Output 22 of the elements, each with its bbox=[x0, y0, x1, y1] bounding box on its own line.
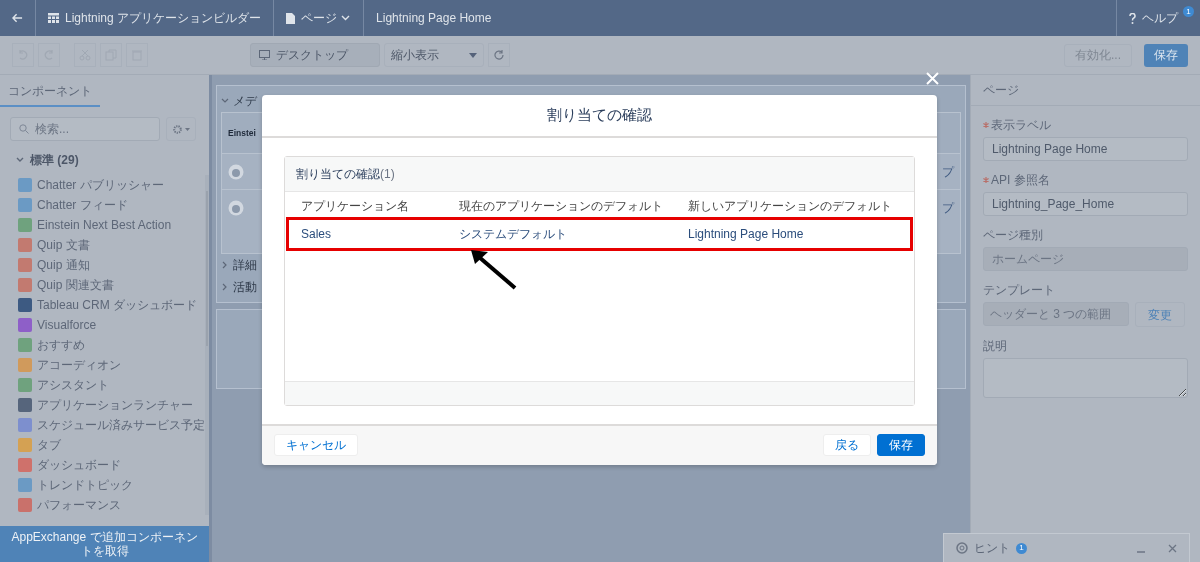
column-header: 新しいアプリケーションのデフォルト bbox=[688, 197, 893, 215]
notification-badge: 1 bbox=[1183, 6, 1194, 17]
field-label: 表示ラベル bbox=[983, 116, 1188, 134]
table-cell-text: Sales bbox=[301, 225, 333, 243]
field-label: 説明 bbox=[983, 338, 1008, 355]
card-title: Einstei bbox=[228, 126, 256, 140]
notification-badge: 1 bbox=[1016, 542, 1027, 554]
hint-label: ヒント bbox=[974, 540, 1010, 557]
page-name: Lightning Page Home bbox=[376, 10, 492, 27]
field-label: テンプレート bbox=[983, 282, 1056, 299]
row-text: プ bbox=[942, 199, 954, 217]
app-title: Lightning アプリケーションビルダー bbox=[65, 10, 262, 27]
column-header: 現在のアプリケーションのデフォルト bbox=[459, 197, 664, 215]
table-cell-text: システムデフォルト bbox=[459, 225, 568, 243]
row-text: プ bbox=[942, 163, 954, 181]
card-title: 割り当ての確認(1) bbox=[285, 156, 914, 192]
modal-title: 割り当ての確認 bbox=[262, 95, 937, 138]
column-header: アプリケーション名 bbox=[301, 197, 410, 215]
panel-title: ページ bbox=[971, 75, 1200, 106]
field-label: ページ種別 bbox=[983, 227, 1044, 244]
field-label: API 参照名 bbox=[983, 171, 1188, 189]
table-cell-text: Lightning Page Home bbox=[688, 225, 805, 243]
